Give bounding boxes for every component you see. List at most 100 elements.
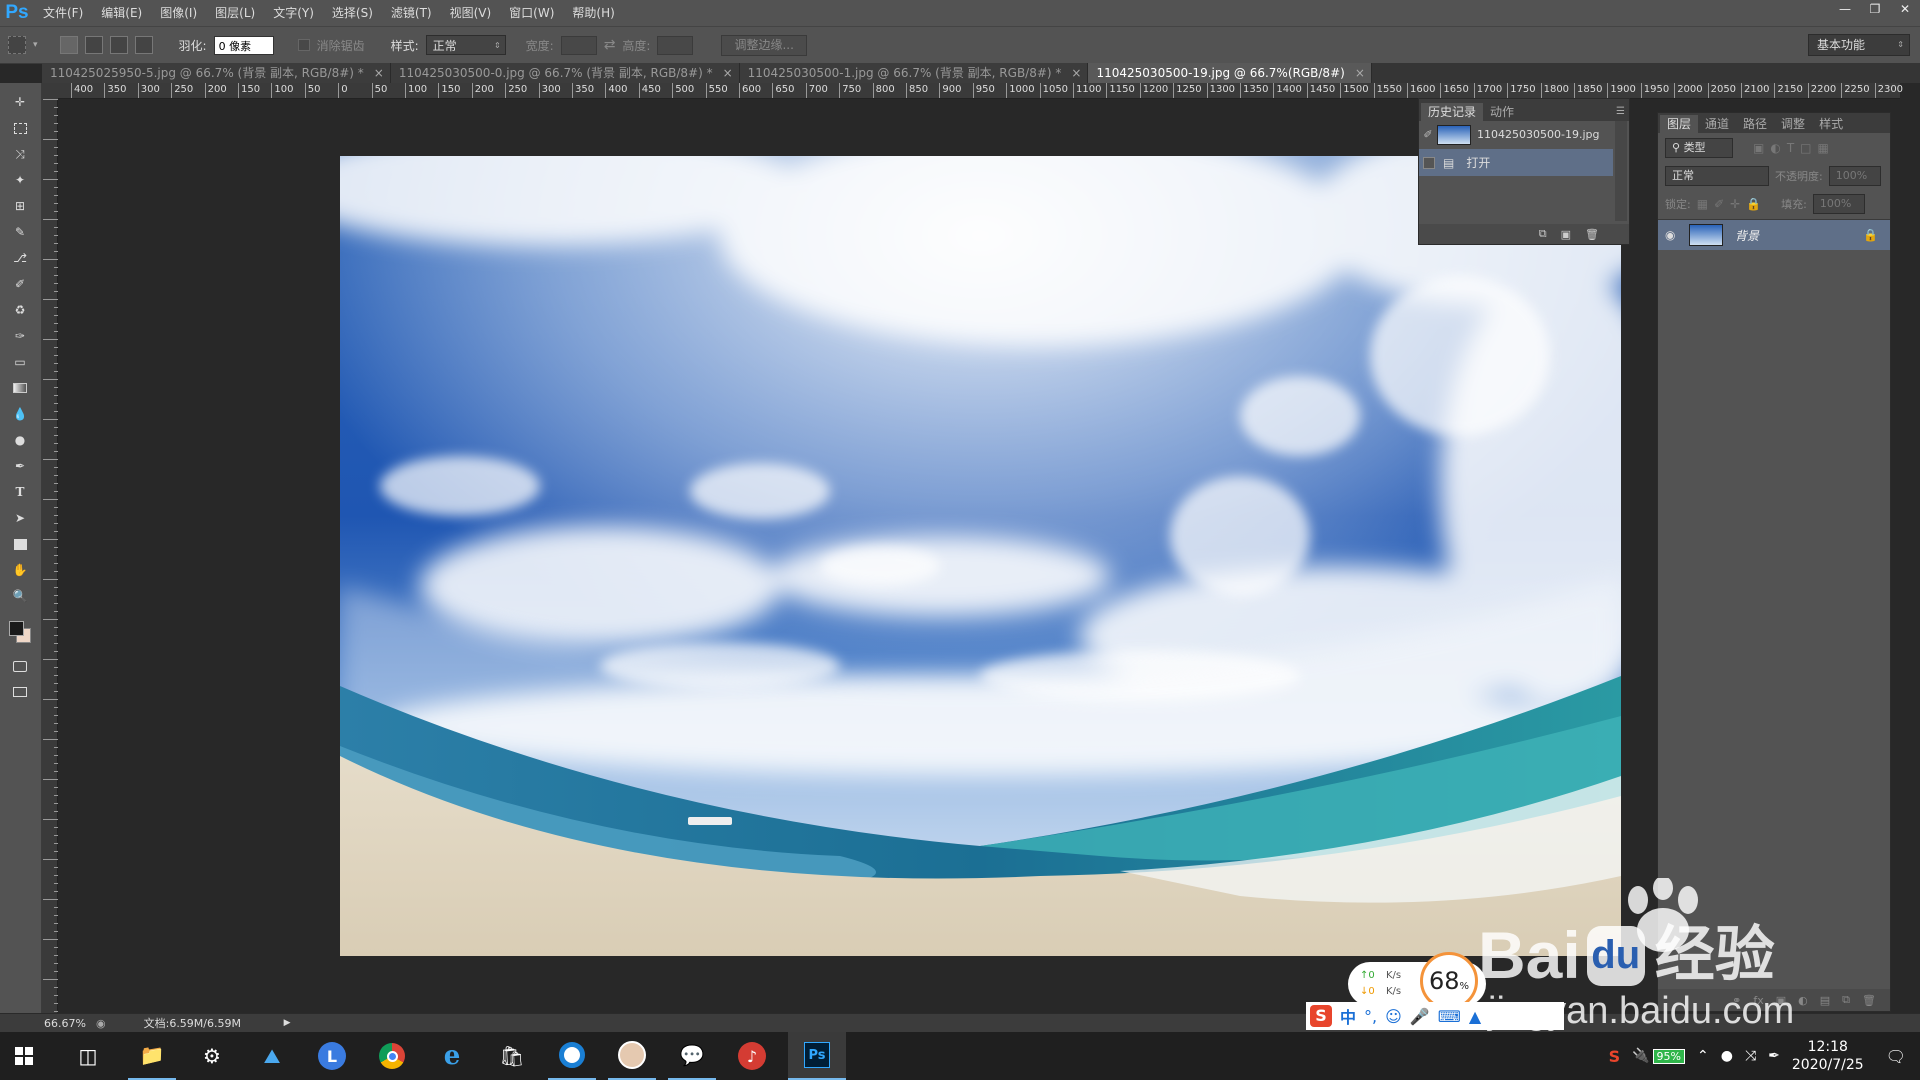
width-input[interactable]	[560, 35, 597, 55]
eye-icon[interactable]: ◉	[1665, 228, 1679, 242]
panel-menu-icon[interactable]: ☰	[1616, 106, 1629, 121]
camera-icon[interactable]: ▣	[1561, 228, 1571, 241]
menu-view[interactable]: 视图(V)	[441, 0, 501, 26]
tab-doc-1[interactable]: 110425025950-5.jpg @ 66.7% (背景 副本, RGB/8…	[42, 63, 391, 83]
filter-adjust-icon[interactable]: ◐	[1770, 141, 1780, 155]
style-select[interactable]: 正常 ⇕	[425, 35, 506, 55]
lasso-tool-icon[interactable]: ⤨	[8, 143, 32, 165]
microsoft-store-icon[interactable]: 🛍	[488, 1032, 536, 1080]
lock-all-icon[interactable]: 🔒	[1746, 197, 1761, 211]
menu-select[interactable]: 选择(S)	[323, 0, 382, 26]
zoom-tool-icon[interactable]: 🔍	[8, 585, 32, 607]
chevron-down-icon[interactable]: ▾	[33, 40, 38, 50]
path-select-tool-icon[interactable]: ➤	[8, 507, 32, 529]
photoshop-taskbar-icon[interactable]: Ps	[788, 1032, 846, 1080]
sogou-tray-icon[interactable]: S	[1609, 1047, 1621, 1066]
file-explorer-icon[interactable]: 📁	[128, 1032, 176, 1080]
crop-tool-icon[interactable]: ⊞	[8, 195, 32, 217]
sogou-logo-icon[interactable]: S	[1310, 1005, 1332, 1027]
quick-mask-icon[interactable]	[8, 655, 32, 677]
hand-tool-icon[interactable]: ✋	[8, 559, 32, 581]
tab-doc-2[interactable]: 110425030500-0.jpg @ 66.7% (背景 副本, RGB/8…	[390, 63, 740, 83]
battery-indicator[interactable]: 🔌 95%	[1632, 1048, 1685, 1064]
color-swatches[interactable]	[8, 615, 32, 649]
ime-mode[interactable]: 中	[1340, 1004, 1356, 1028]
show-hidden-icons-icon[interactable]: ⌃	[1697, 1048, 1709, 1064]
history-brush-tool-icon[interactable]: ✑	[8, 325, 32, 347]
tab-paths[interactable]: 路径	[1736, 115, 1774, 133]
filter-pixel-icon[interactable]: ▣	[1753, 141, 1764, 155]
status-menu-arrow-icon[interactable]: ▶	[284, 1018, 291, 1028]
menu-layer[interactable]: 图层(L)	[206, 0, 264, 26]
marquee-preset-icon[interactable]	[8, 36, 26, 54]
menu-type[interactable]: 文字(Y)	[264, 0, 323, 26]
history-snapshot[interactable]: ✐ 110425030500-19.jpg	[1419, 121, 1613, 148]
antialias-checkbox[interactable]	[297, 39, 310, 51]
blend-mode-select[interactable]: 正常	[1665, 166, 1769, 186]
height-input[interactable]	[657, 35, 694, 55]
tab-adjustments[interactable]: 调整	[1774, 115, 1812, 133]
lenovo-l-icon[interactable]: L	[308, 1032, 356, 1080]
close-icon[interactable]: ×	[1355, 66, 1365, 80]
gradient-tool-icon[interactable]	[8, 377, 32, 399]
keyboard-icon[interactable]: ⌨	[1438, 1007, 1461, 1026]
menu-window[interactable]: 窗口(W)	[500, 0, 563, 26]
tab-layers[interactable]: 图层	[1660, 115, 1699, 133]
emoji-icon[interactable]: ☺	[1385, 1007, 1402, 1026]
menu-help[interactable]: 帮助(H)	[563, 0, 623, 26]
history-scrollbar[interactable]	[1615, 121, 1627, 221]
windows-start-icon[interactable]	[0, 1032, 48, 1080]
document-image[interactable]	[340, 156, 1621, 956]
add-selection-icon[interactable]	[84, 36, 103, 54]
history-brush-source-icon[interactable]: ✐	[1419, 128, 1437, 141]
history-source-checkbox[interactable]	[1423, 156, 1435, 169]
intersect-selection-icon[interactable]	[134, 36, 153, 54]
netease-music-icon[interactable]: ♪	[728, 1032, 776, 1080]
tab-styles[interactable]: 样式	[1812, 115, 1850, 133]
close-icon[interactable]: ×	[374, 66, 384, 80]
restore-icon[interactable]: ❐	[1860, 0, 1890, 18]
close-icon[interactable]: ×	[723, 66, 733, 80]
qq-tray-icon[interactable]: ●	[1721, 1048, 1733, 1064]
new-selection-icon[interactable]	[59, 36, 78, 54]
menu-image[interactable]: 图像(I)	[151, 0, 206, 26]
task-view-icon[interactable]: ◫	[64, 1032, 112, 1080]
taskbar-clock[interactable]: 12:18 2020/7/25	[1792, 1038, 1864, 1074]
subtract-selection-icon[interactable]	[109, 36, 128, 54]
filter-type-icon[interactable]: T	[1787, 141, 1794, 155]
feather-input[interactable]: 0 像素	[213, 35, 274, 55]
menu-edit[interactable]: 编辑(E)	[92, 0, 151, 26]
type-tool-icon[interactable]: T	[8, 481, 32, 503]
healing-brush-tool-icon[interactable]: ⎇	[8, 247, 32, 269]
rectangle-tool-icon[interactable]	[8, 533, 32, 555]
pen-workspace-icon[interactable]: ✒	[1768, 1048, 1780, 1064]
layer-row[interactable]: ◉ 背景 🔒	[1658, 220, 1890, 250]
zoom-level[interactable]: 66.67%	[44, 1017, 86, 1030]
pen-tool-icon[interactable]: ✒	[8, 455, 32, 477]
photos-app-icon[interactable]: ⛰	[248, 1032, 296, 1080]
opacity-input[interactable]: 100%	[1828, 166, 1881, 186]
blur-tool-icon[interactable]: 💧	[8, 403, 32, 425]
internet-explorer-icon[interactable]: e	[428, 1032, 476, 1080]
tab-channels[interactable]: 通道	[1698, 115, 1736, 133]
lock-move-icon[interactable]: ✛	[1730, 197, 1740, 211]
wechat-icon[interactable]: 💬	[668, 1032, 716, 1080]
eyedropper-tool-icon[interactable]: ✎	[8, 221, 32, 243]
refine-edge-button[interactable]: 调整边缘...	[721, 34, 807, 56]
settings-icon[interactable]: ⚙	[188, 1032, 236, 1080]
filter-shape-icon[interactable]: □	[1800, 141, 1811, 155]
fill-input[interactable]: 100%	[1812, 194, 1865, 214]
workspace-select[interactable]: 基本功能 ⇕	[1808, 34, 1910, 56]
status-export-icon[interactable]: ◉	[96, 1017, 106, 1030]
tab-doc-3[interactable]: 110425030500-1.jpg @ 66.7% (背景 副本, RGB/8…	[739, 63, 1089, 83]
close-icon[interactable]: ×	[1071, 66, 1081, 80]
clone-stamp-tool-icon[interactable]: ♻	[8, 299, 32, 321]
punctuation-icon[interactable]: °,	[1364, 1007, 1377, 1026]
tab-doc-4-active[interactable]: 110425030500-19.jpg @ 66.7%(RGB/8#) ×	[1088, 63, 1372, 83]
notification-center-icon[interactable]: 🗨	[1886, 1047, 1906, 1066]
avatar-app-icon[interactable]	[608, 1032, 656, 1080]
microphone-icon[interactable]: 🎤	[1410, 1007, 1430, 1026]
minimize-icon[interactable]: —	[1830, 0, 1860, 18]
brush-tool-icon[interactable]: ✐	[8, 273, 32, 295]
marquee-tool-icon[interactable]	[8, 117, 32, 139]
